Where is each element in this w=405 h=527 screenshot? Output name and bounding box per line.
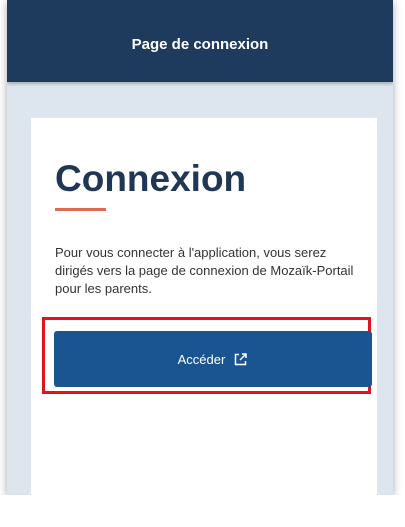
app-bar: Page de connexion [7,0,393,82]
phone-screen: Page de connexion Connexion Pour vous co… [7,0,393,495]
access-button[interactable]: Accéder [54,331,372,387]
access-button-label: Accéder [177,351,226,367]
login-card: Connexion Pour vous connecter à l'applic… [31,118,377,495]
title-underline [55,208,106,211]
bottom-strip [0,495,405,527]
app-bar-title: Page de connexion [131,36,269,53]
login-title: Connexion [55,158,247,199]
login-description: Pour vous connecter à l'application, vou… [55,245,354,296]
external-link-icon [233,352,248,367]
